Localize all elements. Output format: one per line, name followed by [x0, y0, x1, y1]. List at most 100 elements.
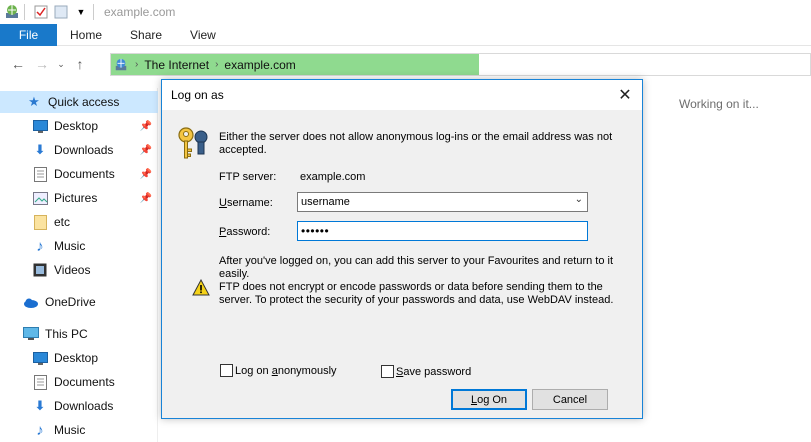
chevron-down-icon[interactable]: ⌄ — [575, 194, 583, 205]
sidebar-item-label: OneDrive — [45, 295, 96, 309]
sidebar-item-desktop[interactable]: Desktop — [0, 347, 158, 369]
username-label-text: sername: — [226, 197, 273, 209]
ribbon-tabs: File Home Share View — [0, 24, 811, 46]
sidebar-item-label: Documents — [54, 167, 115, 181]
tab-file[interactable]: File — [0, 24, 57, 46]
checkbox-box[interactable] — [381, 365, 394, 378]
breadcrumb-the-internet[interactable]: The Internet — [144, 58, 209, 72]
documents-icon — [32, 166, 48, 182]
breadcrumb-chevron-icon: › — [215, 59, 219, 70]
sidebar-item-label: Music — [54, 239, 86, 253]
label-part: ave password — [403, 365, 472, 378]
toolbar-divider — [24, 4, 25, 20]
sidebar-item-music[interactable]: ♪ Music — [0, 235, 158, 257]
sidebar-item-downloads[interactable]: ⬇ Downloads 📌 — [0, 139, 158, 161]
dialog-title: Log on as — [171, 88, 224, 102]
sidebar-item-pictures[interactable]: Pictures 📌 — [0, 187, 158, 209]
download-arrow-icon: ⬇ — [34, 142, 46, 157]
ftp-server-label: FTP server: — [219, 171, 277, 183]
back-arrow-icon[interactable]: ← — [6, 52, 30, 76]
username-value: username — [301, 196, 350, 208]
sidebar-item-label: Desktop — [54, 119, 99, 133]
cloud-icon — [23, 294, 39, 310]
navigation-pane: ★ Quick access Desktop 📌 ⬇ Downloads 📌 D… — [0, 88, 158, 442]
music-note-icon: ♪ — [36, 421, 44, 439]
password-label-text: assword: — [226, 226, 271, 238]
password-label: Password: — [219, 226, 270, 238]
sidebar-item-music[interactable]: ♪ Music — [0, 419, 158, 441]
sidebar-item-downloads[interactable]: ⬇ Downloads — [0, 395, 158, 417]
warning-icon — [192, 278, 210, 297]
sidebar-item-label: Videos — [54, 263, 91, 277]
sidebar-item-label: Desktop — [54, 351, 99, 365]
pin-icon[interactable]: 📌 — [140, 121, 152, 132]
quick-access-toolbar: ▼ example.com — [0, 0, 811, 24]
sidebar-item-label: Quick access — [48, 95, 120, 109]
sidebar-item-desktop[interactable]: Desktop 📌 — [0, 115, 158, 137]
tab-view[interactable]: View — [176, 24, 230, 45]
sidebar-item-onedrive[interactable]: OneDrive — [0, 291, 158, 313]
breadcrumb-example-com[interactable]: example.com — [224, 58, 295, 72]
checkbox-box[interactable] — [220, 364, 233, 377]
pin-icon[interactable]: 📌 — [140, 193, 152, 204]
sidebar-item-label: Music — [54, 423, 86, 437]
sidebar-item-label: This PC — [45, 327, 88, 341]
save-password-label: Save password — [396, 366, 471, 378]
tab-home[interactable]: Home — [57, 24, 116, 45]
desktop-icon — [32, 350, 48, 366]
username-combobox[interactable]: username ⌄ — [297, 192, 588, 212]
address-bar[interactable]: › The Internet › example.com — [110, 53, 811, 76]
username-access-key: U — [219, 197, 227, 209]
pictures-icon — [32, 190, 48, 206]
sidebar-item-documents[interactable]: Documents — [0, 371, 158, 393]
breadcrumb-chevron-icon: › — [135, 59, 139, 70]
sidebar-item-label: Downloads — [54, 399, 114, 413]
favourites-info: After you've logged on, you can add this… — [219, 255, 614, 280]
label-part: Log on — [235, 364, 272, 377]
cancel-button[interactable]: Cancel — [532, 389, 608, 410]
username-label: Username: — [219, 197, 273, 209]
label-part: nonymously — [277, 364, 337, 377]
sidebar-item-documents[interactable]: Documents 📌 — [0, 163, 158, 185]
folder-icon — [32, 214, 48, 230]
address-progress-fill: › The Internet › example.com — [111, 54, 479, 75]
customize-dropdown-icon[interactable]: ▼ — [73, 4, 89, 20]
sidebar-item-label: Downloads — [54, 143, 114, 157]
log-on-button[interactable]: Log On — [451, 389, 527, 410]
button-label: og On — [477, 393, 508, 406]
sidebar-item-this-pc[interactable]: This PC — [0, 323, 158, 345]
log-on-anonymously-label: Log on anonymously — [235, 365, 337, 377]
sidebar-item-videos[interactable]: Videos — [0, 259, 158, 281]
desktop-icon — [32, 118, 48, 134]
ftp-server-value: example.com — [300, 171, 366, 183]
window-title: example.com — [104, 5, 176, 19]
save-password-checkbox[interactable]: Save password — [381, 365, 471, 378]
film-icon — [32, 262, 48, 278]
computer-icon — [23, 326, 39, 342]
navigation-bar: ← → ⌄ ↑ › The Internet › example.com — [0, 50, 811, 78]
password-field[interactable]: •••••• — [297, 221, 588, 241]
ftp-security-warning: FTP does not encrypt or encode passwords… — [219, 281, 614, 306]
network-globe-icon — [113, 57, 129, 73]
star-icon: ★ — [28, 94, 40, 109]
sidebar-item-etc[interactable]: etc — [0, 211, 158, 233]
sidebar-item-quick-access[interactable]: ★ Quick access — [0, 91, 158, 113]
new-folder-icon[interactable] — [53, 4, 69, 20]
sidebar-item-label: Documents — [54, 375, 115, 389]
dialog-titlebar: Log on as ✕ — [162, 80, 642, 110]
music-note-icon: ♪ — [36, 237, 44, 255]
pin-icon[interactable]: 📌 — [140, 169, 152, 180]
loading-status: Working on it... — [679, 97, 759, 111]
properties-check-icon[interactable] — [33, 4, 49, 20]
close-icon[interactable]: ✕ — [614, 84, 636, 106]
log-on-anonymously-checkbox[interactable]: Log on anonymously — [220, 364, 337, 377]
recent-locations-chevron-icon[interactable]: ⌄ — [54, 52, 68, 76]
tab-share[interactable]: Share — [116, 24, 176, 45]
log-on-as-dialog: Log on as ✕ Either the server does not a… — [161, 79, 643, 419]
forward-arrow-icon[interactable]: → — [30, 52, 54, 76]
download-arrow-icon: ⬇ — [34, 398, 46, 413]
password-value: •••••• — [301, 224, 330, 238]
up-arrow-icon[interactable]: ↑ — [68, 52, 92, 76]
documents-icon — [32, 374, 48, 390]
pin-icon[interactable]: 📌 — [140, 145, 152, 156]
